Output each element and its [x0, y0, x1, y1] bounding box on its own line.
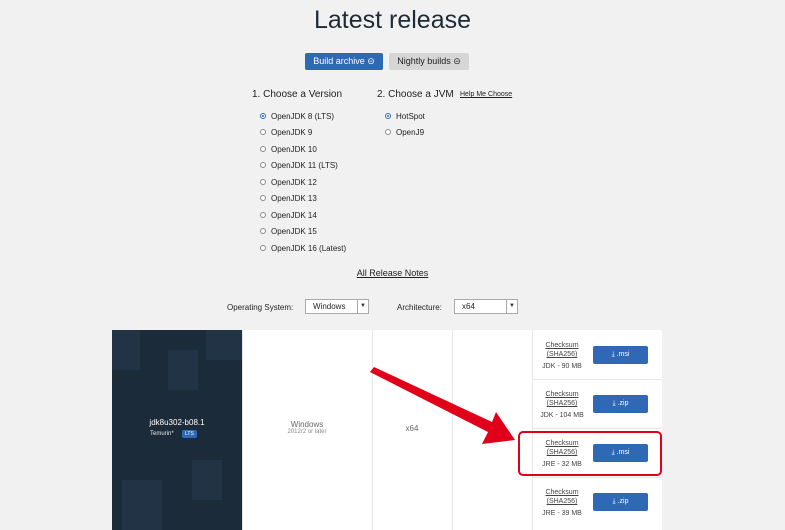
- annotation-arrow-icon: [370, 367, 515, 444]
